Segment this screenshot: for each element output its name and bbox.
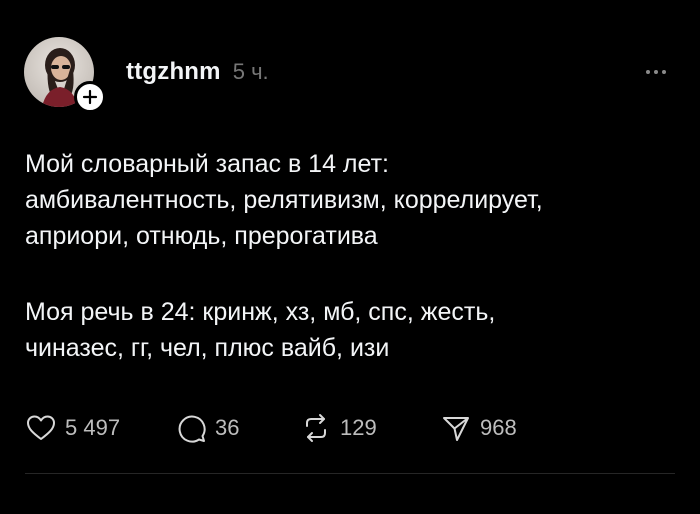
repost-button[interactable]: 129 xyxy=(300,412,440,444)
post-text-paragraph-1: Мой словарный запас в 14 лет: амбивалент… xyxy=(25,146,685,254)
comment-bubble-icon xyxy=(178,415,206,443)
like-count: 5 497 xyxy=(65,415,121,440)
post-text-paragraph-2: Моя речь в 24: кринж, хз, мб, спс, жесть… xyxy=(25,294,685,366)
more-dots-icon xyxy=(646,70,650,74)
username-link[interactable]: ttgzhnm xyxy=(126,58,221,86)
comment-button[interactable]: 36 xyxy=(175,412,300,444)
thread-post: ttgzhnm 5 ч. Мой словарный запас в 14 ле… xyxy=(0,0,700,514)
divider xyxy=(25,473,675,474)
post-text-line: Мой словарный запас в 14 лет: xyxy=(25,150,389,178)
repost-count: 129 xyxy=(340,415,377,440)
post-text-line: Моя речь в 24: кринж, хз, мб, спс, жесть… xyxy=(25,298,496,326)
more-dots-icon xyxy=(662,70,666,74)
post-text-line: чиназес, гг, чел, плюс вайб, изи xyxy=(25,334,390,362)
post-header: ttgzhnm 5 ч. xyxy=(126,58,269,90)
post-text-line: амбивалентность, релятивизм, коррелирует… xyxy=(25,186,543,214)
plus-icon xyxy=(82,89,98,105)
more-dots-icon xyxy=(654,70,658,74)
post-text-line: априори, отнюдь, прерогатива xyxy=(25,222,378,250)
post-actions: 5 497 36 129 968 xyxy=(25,410,517,446)
comment-count: 36 xyxy=(215,415,240,440)
share-count: 968 xyxy=(480,415,517,440)
heart-icon xyxy=(27,415,55,440)
repost-icon xyxy=(306,414,326,442)
follow-button[interactable] xyxy=(74,81,106,113)
more-options-button[interactable] xyxy=(636,64,676,80)
post-timestamp[interactable]: 5 ч. xyxy=(233,59,269,85)
share-button[interactable]: 968 xyxy=(440,412,517,444)
send-icon xyxy=(443,417,469,441)
like-button[interactable]: 5 497 xyxy=(25,412,175,444)
avatar-container[interactable] xyxy=(24,37,106,113)
